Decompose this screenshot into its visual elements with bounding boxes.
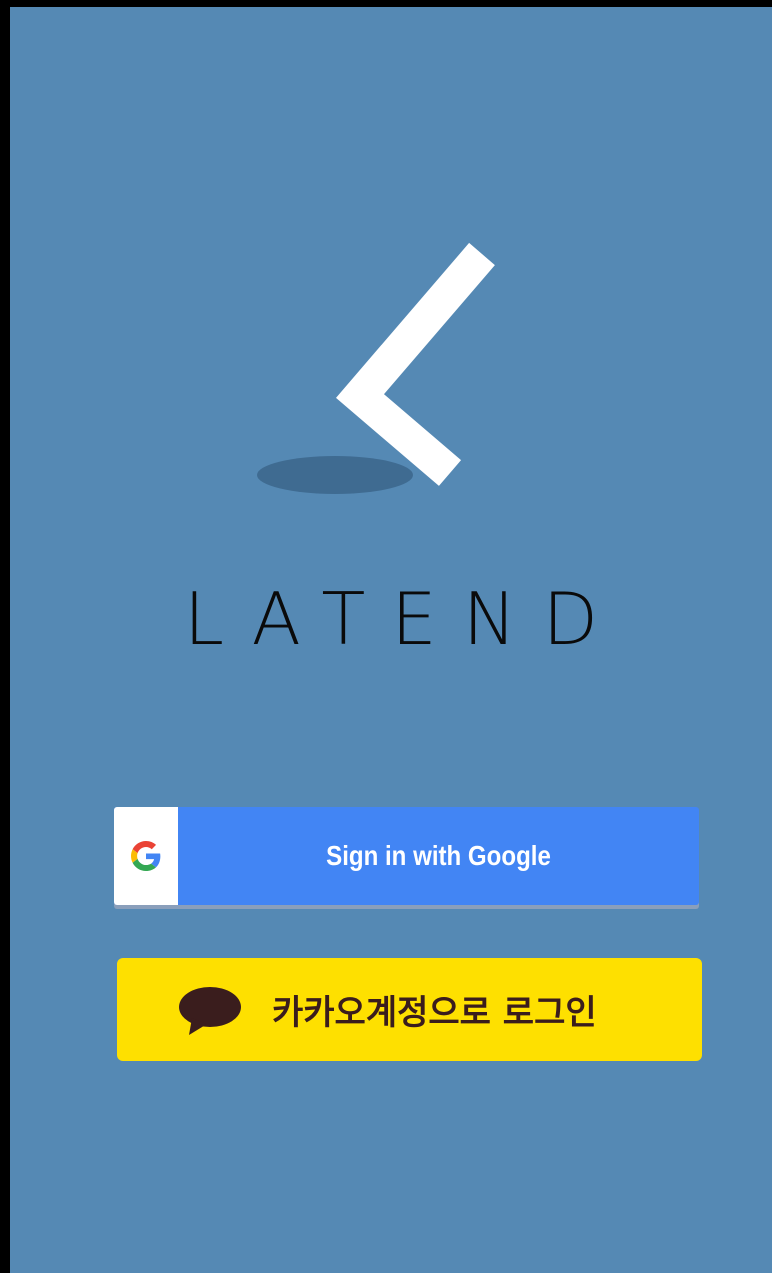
app-title: LATEND bbox=[183, 577, 625, 661]
kakao-login-button[interactable]: 카카오계정으로 로그인 bbox=[117, 958, 702, 1061]
chevron-left-logo-icon bbox=[257, 242, 495, 494]
google-sign-in-button[interactable]: Sign in with Google bbox=[114, 807, 699, 905]
logo-chevron bbox=[336, 242, 495, 486]
speech-bubble-icon bbox=[179, 987, 241, 1035]
google-g-icon bbox=[131, 841, 161, 871]
device-frame: LATEND Sign in with Google 카카오계정으로 로그인 bbox=[0, 0, 772, 1273]
login-screen: LATEND Sign in with Google 카카오계정으로 로그인 bbox=[10, 7, 772, 1273]
kakao-login-label: 카카오계정으로 로그인 bbox=[272, 993, 597, 1033]
logo-shadow bbox=[257, 456, 413, 494]
google-icon-box bbox=[114, 807, 178, 905]
google-sign-in-label: Sign in with Google bbox=[326, 840, 551, 871]
